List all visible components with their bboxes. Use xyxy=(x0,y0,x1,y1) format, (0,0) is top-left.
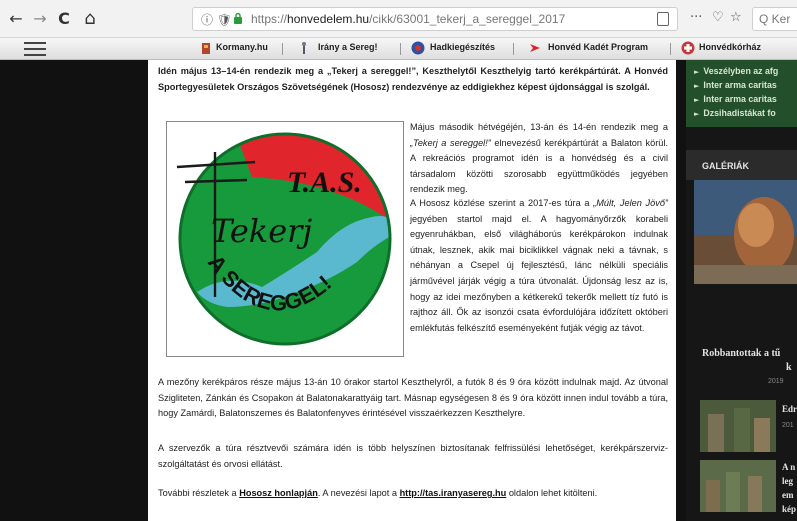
gallery-feature-caption-line: k xyxy=(786,362,792,373)
page-actions-icon[interactable]: ··· xyxy=(690,10,702,25)
gallery-feature-image[interactable] xyxy=(694,180,797,284)
forward-icon[interactable]: → xyxy=(30,9,50,29)
gallery-thumb[interactable] xyxy=(700,400,776,452)
gallery-thumb-caption: em xyxy=(782,490,794,500)
kormany-icon xyxy=(202,43,210,54)
sidebar-link[interactable]: Inter arma caritas xyxy=(694,80,776,90)
site-link-honved-kadet-program[interactable]: Honvéd Kadét Program xyxy=(548,42,648,52)
sidebar-link[interactable]: Dzsihadistákat fo xyxy=(694,108,775,118)
logo-middle-text: Tekerj xyxy=(211,212,312,250)
site-link-honvedkorhaz[interactable]: Honvédkórház xyxy=(699,42,761,52)
sidebar-link[interactable]: Veszélyben az afg xyxy=(694,66,778,76)
article-paragraph-3: A mezőny kerékpáros része május 13-án 10… xyxy=(158,377,668,419)
tas-logo: T.A.S. Tekerj A SEREGGEL! xyxy=(176,132,392,346)
divider xyxy=(400,43,401,55)
sidebar: Veszélyben az afg Inter arma caritas Int… xyxy=(686,60,797,521)
home-icon[interactable]: ⌂ xyxy=(80,9,100,29)
arrow-icon xyxy=(530,44,540,52)
lead-sentence-1: Idén május 13–14-én rendezik meg a „Teke… xyxy=(158,66,621,76)
hososz-link[interactable]: Hososz honlapján xyxy=(239,488,318,498)
search-input[interactable]: Q Ker xyxy=(752,7,797,31)
site-link-hadkiegeszites[interactable]: Hadkiegészítés xyxy=(430,42,495,52)
gallery-thumb-caption[interactable]: A n xyxy=(782,462,795,472)
lock-icon xyxy=(234,12,242,24)
reader-view-icon[interactable] xyxy=(657,12,669,26)
divider xyxy=(670,43,671,55)
gallery-thumb-caption[interactable]: Edr xyxy=(782,404,797,414)
site-link-irany-a-sereg[interactable]: Irány a Sereg! xyxy=(318,42,378,52)
gallery-feature-caption[interactable]: Robbantottak a tű xyxy=(702,348,780,359)
divider xyxy=(282,43,283,55)
sidebar-news-box: Veszélyben az afg Inter arma caritas Int… xyxy=(686,60,797,127)
gallery-title: GALÉRIÁK xyxy=(702,161,749,171)
article-paragraph-2: A Hososz közlése szerint a 2017-es túra … xyxy=(410,198,668,333)
gallery-thumb-date: 201 xyxy=(782,422,794,429)
gallery-header: GALÉRIÁK xyxy=(686,150,797,180)
sidebar-link[interactable]: Inter arma caritas xyxy=(694,94,776,104)
globe-icon xyxy=(411,41,425,55)
site-link-kormany[interactable]: Kormany.hu xyxy=(216,42,268,52)
registration-link[interactable]: http://tas.iranyasereg.hu xyxy=(400,488,507,498)
gallery-thumb-caption: kép xyxy=(782,504,797,514)
menu-icon[interactable] xyxy=(24,42,46,56)
back-icon[interactable]: ← xyxy=(6,9,26,29)
gallery-thumb[interactable] xyxy=(700,460,776,512)
medical-cross-icon xyxy=(681,41,695,55)
article-paragraph-4: A szervezők a túra résztvevői számára id… xyxy=(158,443,668,469)
article-lead: Idén május 13–14-én rendezik meg a „Teke… xyxy=(158,64,668,95)
pocket-icon[interactable]: ♡ xyxy=(712,10,724,25)
url-text: https://honvedelem.hu/cikk/63001_tekerj_… xyxy=(251,12,566,26)
site-menu-bar: Kormany.hu Irány a Sereg! Hadkiegészítés… xyxy=(0,38,797,60)
site-info-icon[interactable]: ⓘ 🛡 xyxy=(201,11,232,28)
browser-toolbar: ← → C ⌂ ⓘ 🛡 https://honvedelem.hu/cikk/6… xyxy=(0,0,797,38)
article-paragraph-5: További részletek a Hososz honlapján. A … xyxy=(158,488,598,498)
logo-top-text: T.A.S. xyxy=(287,166,362,199)
gallery-thumb-caption: leg xyxy=(782,476,793,486)
gallery-feature-date: 2019 xyxy=(768,378,784,385)
url-bar[interactable]: ⓘ 🛡 https://honvedelem.hu/cikk/63001_tek… xyxy=(192,7,678,31)
article-image: T.A.S. Tekerj A SEREGGEL! xyxy=(166,121,404,357)
reload-icon[interactable]: C xyxy=(54,9,74,29)
divider xyxy=(513,43,514,55)
bookmark-star-icon[interactable]: ☆ xyxy=(730,10,742,25)
soldier-icon xyxy=(302,42,306,54)
article-paragraph-1: Május második hétvégéjén, 13-án és 14-én… xyxy=(410,122,669,195)
